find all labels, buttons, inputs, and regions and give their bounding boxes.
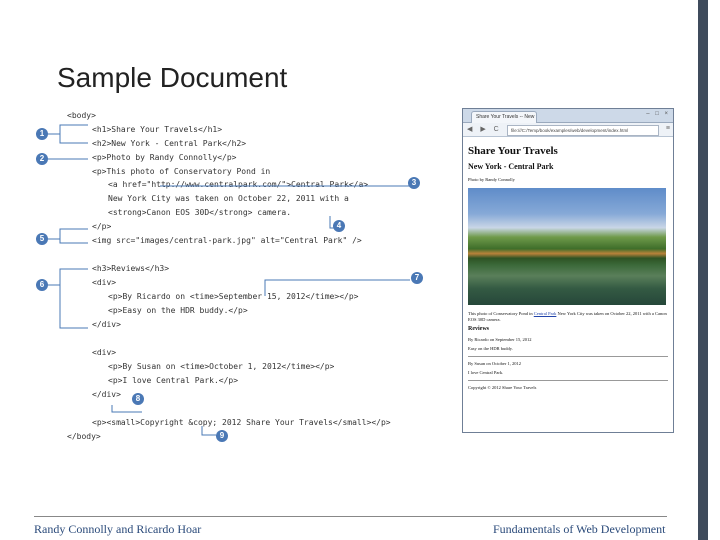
central-park-photo [468,188,666,305]
annotation-marker-7: 7 [411,272,423,284]
annotation-marker-4: 4 [333,220,345,232]
annotation-marker-2: 2 [36,153,48,165]
browser-toolbar: ◀ ▶ C ⌂ file:///C:/Temp/book/examples/we… [463,123,673,137]
review-byline: By Ricardo on September 15, 2012 [468,337,532,342]
footer-book-title: Fundamentals of Web Development [493,522,666,536]
footer-authors: Randy Connolly and Ricardo Hoar [34,522,202,536]
annotation-marker-8: 8 [132,393,144,405]
annotation-marker-9: 9 [216,430,228,442]
connector-line-1b [59,134,88,144]
reviews-heading: Reviews [468,326,489,332]
copyright-text: Copyright © 2012 Share Your Travels [468,385,537,390]
settings-icon[interactable]: ≡ [666,125,670,132]
divider [468,380,668,381]
window-controls-icon[interactable]: – □ × [646,111,670,117]
browser-page-content: Share Your Travels New York - Central Pa… [463,137,673,398]
description-text: This photo of Conservatory Pond in [468,311,534,316]
divider [468,356,668,357]
connector-line-1 [48,124,88,135]
central-park-link[interactable]: Central Park [534,311,557,316]
annotation-marker-6: 6 [36,279,48,291]
page-heading-2: New York - Central Park [468,162,554,171]
browser-tab-bar: Share Your Travels -- New – □ × [463,109,673,123]
photo-credit: Photo by Randy Connolly [468,177,515,182]
review-byline: By Susan on October 1, 2012 [468,361,521,366]
connector-line-8 [111,405,142,413]
connector-line-5b [59,239,88,244]
browser-tab[interactable]: Share Your Travels -- New [471,111,537,123]
connector-line-7 [264,279,410,296]
annotation-marker-1: 1 [36,128,48,140]
address-bar[interactable]: file:///C:/Temp/book/examples/web/develo… [507,125,659,136]
browser-window: Share Your Travels -- New – □ × ◀ ▶ C ⌂ … [462,108,674,433]
photo-description: This photo of Conservatory Pond in Centr… [468,311,668,323]
connector-line-6 [48,268,88,286]
annotation-marker-3: 3 [408,177,420,189]
review-text: Easy on the HDR buddy. [468,346,513,351]
review-text: I love Central Park. [468,370,504,375]
annotation-marker-5: 5 [36,233,48,245]
footer-divider [34,516,667,517]
connector-line-5 [48,228,88,240]
connector-line-9 [201,426,216,436]
page-heading-1: Share Your Travels [468,145,558,157]
connector-line-6b [59,285,88,329]
